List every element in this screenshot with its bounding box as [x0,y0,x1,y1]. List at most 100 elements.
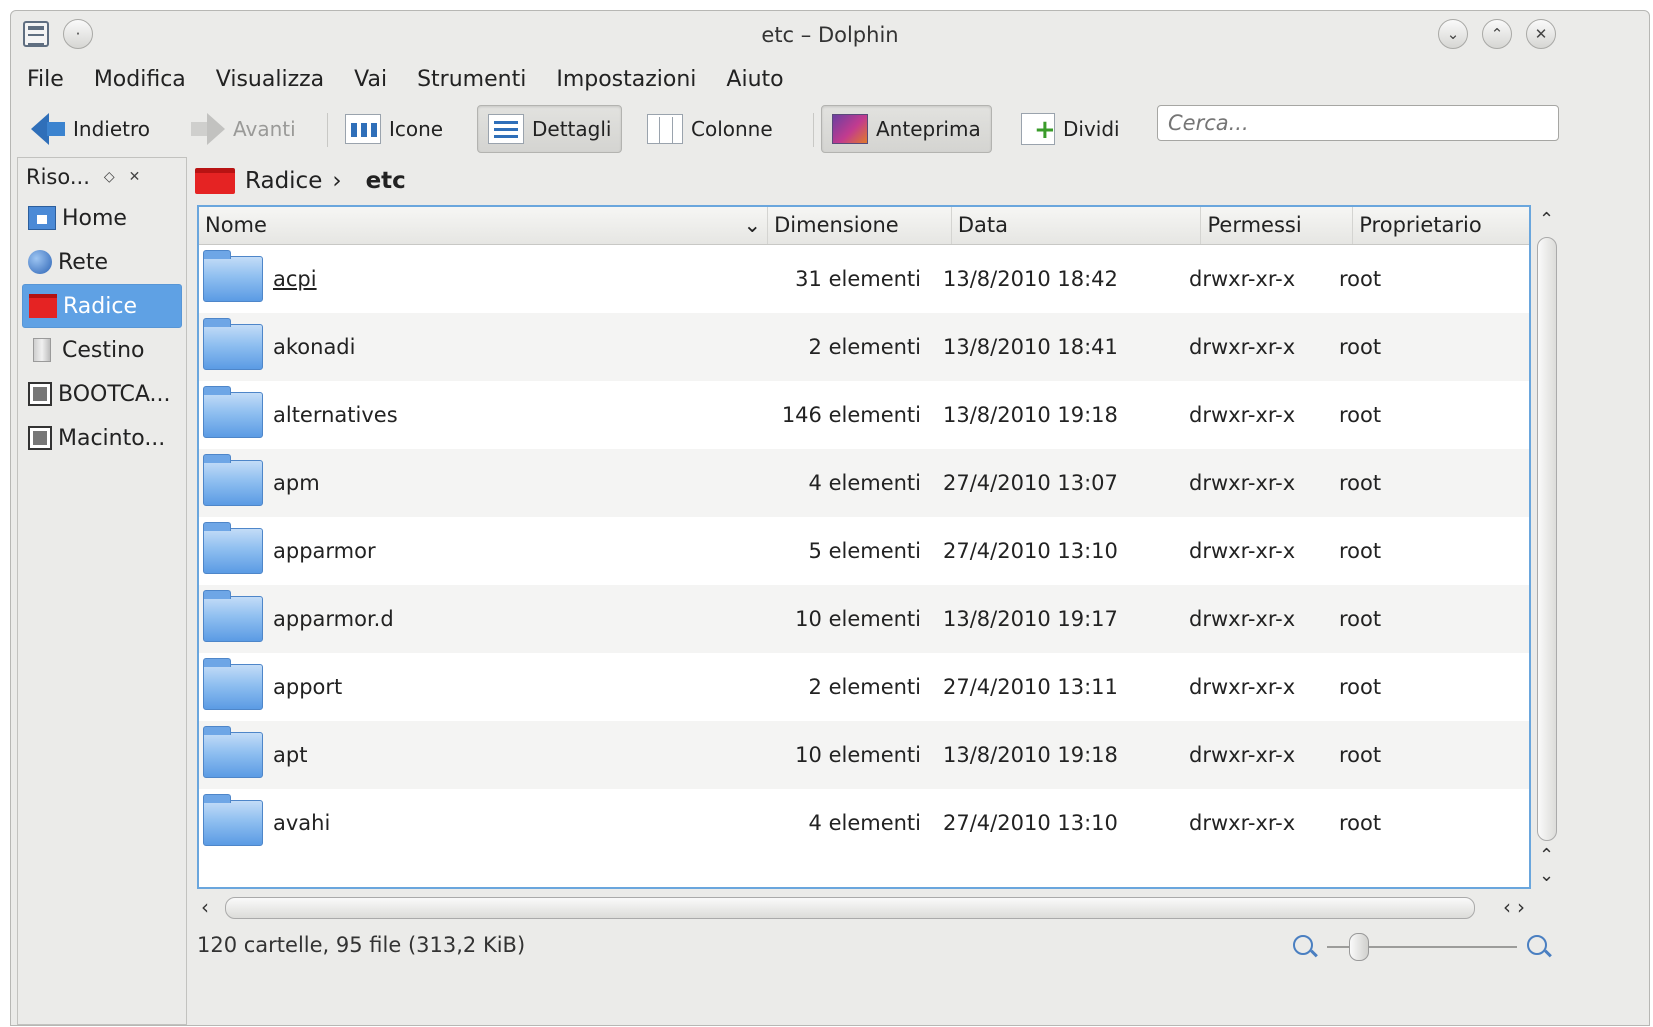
places-panel: Riso... ◇ ✕ Home Rete Radice Cestino BOO… [17,157,187,1025]
file-date: 13/8/2010 18:41 [943,335,1118,359]
table-row[interactable]: akonadi 2 elementi 13/8/2010 18:41 drwxr-xr… [199,313,1529,381]
table-row[interactable]: apparmor 5 elementi 27/4/2010 13:10 drwxr-x… [199,517,1529,585]
file-size: 5 elementi [808,539,921,563]
zoom-handle[interactable] [1349,933,1369,961]
split-icon [1021,113,1056,145]
scroll-down-icon[interactable]: ⌄ [1539,865,1554,886]
column-owner[interactable]: Proprietario [1353,207,1529,244]
file-date: 27/4/2010 13:10 [943,811,1118,835]
file-permissions: drwxr-xr-x [1189,675,1296,699]
file-name-cell: apparmor [199,522,699,574]
menu-vai[interactable]: Vai [354,61,401,97]
file-name: apt [273,743,308,767]
close-icon[interactable]: ✕ [1526,19,1556,49]
table-row[interactable]: acpi 31 elementi 13/8/2010 18:42 drwxr-xr-x… [199,245,1529,313]
menu-modifica[interactable]: Modifica [94,61,200,97]
file-name-cell: apm [199,454,699,506]
folder-icon [203,454,263,506]
file-size: 4 elementi [808,471,921,495]
status-text: 120 cartelle, 95 file (313,2 KiB) [197,933,526,957]
menu-strumenti[interactable]: Strumenti [417,61,540,97]
place-home[interactable]: Home [18,196,186,240]
file-size: 2 elementi [808,335,921,359]
file-date: 13/8/2010 19:18 [943,403,1118,427]
file-list[interactable]: Nome ⌄ Dimensione Data Permessi Propriet… [197,205,1531,889]
vertical-scroll-thumb[interactable] [1537,237,1557,841]
columns-view-button[interactable]: Colonne [637,105,783,153]
minimize-icon[interactable]: ⌄ [1438,19,1468,49]
scroll-up-icon[interactable]: ⌃ [1539,845,1554,866]
menu-aiuto[interactable]: Aiuto [726,61,797,97]
scroll-up-icon[interactable]: ⌃ [1539,209,1554,230]
place-bootcamp[interactable]: BOOTCA... [18,372,186,416]
file-name: apparmor.d [273,607,394,631]
dolphin-window: · etc – Dolphin ⌄ ⌃ ✕ File Modifica Visu… [10,10,1650,1026]
horizontal-scroll-thumb[interactable] [225,897,1475,919]
menu-file[interactable]: File [27,61,78,97]
file-permissions: drwxr-xr-x [1189,267,1296,291]
details-view-button[interactable]: Dettagli [477,105,623,153]
file-owner: root [1339,675,1382,699]
file-permissions: drwxr-xr-x [1189,743,1296,767]
file-permissions: drwxr-xr-x [1189,607,1296,631]
scroll-arrows-icon[interactable]: ‹› [1503,895,1531,919]
zoom-out-icon[interactable] [1293,935,1313,955]
table-row[interactable]: apm 4 elementi 27/4/2010 13:07 drwxr-xr-x ro… [199,449,1529,517]
file-permissions: drwxr-xr-x [1189,811,1296,835]
drive-icon [28,382,52,406]
place-network[interactable]: Rete [18,240,186,284]
column-name[interactable]: Nome ⌄ [199,207,769,244]
file-owner: root [1339,471,1382,495]
forward-label: Avanti [233,117,296,141]
icons-view-button[interactable]: Icone [335,105,453,153]
vertical-scrollbar[interactable]: ⌃ ⌃ ⌄ [1535,209,1559,889]
preview-button[interactable]: Anteprima [821,105,992,153]
table-row[interactable]: apport 2 elementi 27/4/2010 13:11 drwxr-xr-… [199,653,1529,721]
place-trash[interactable]: Cestino [18,328,186,372]
file-name-cell: avahi [199,794,699,846]
table-row[interactable]: alternatives 146 elementi 13/8/2010 19:18 d… [199,381,1529,449]
file-date: 27/4/2010 13:07 [943,471,1118,495]
breadcrumb: Radice › etc [195,161,406,201]
breadcrumb-current[interactable]: etc [366,168,406,194]
float-panel-icon[interactable]: ◇ [104,169,115,185]
file-owner: root [1339,335,1382,359]
file-owner: root [1339,743,1382,767]
title-bar[interactable]: · etc – Dolphin ⌄ ⌃ ✕ [11,11,1649,55]
maximize-icon[interactable]: ⌃ [1482,19,1512,49]
zoom-in-icon[interactable] [1527,935,1547,955]
table-row[interactable]: apparmor.d 10 elementi 13/8/2010 19:17 drwx… [199,585,1529,653]
column-header: Nome ⌄ Dimensione Data Permessi Propriet… [199,207,1529,245]
forward-button[interactable]: Avanti [181,105,306,153]
back-button[interactable]: Indietro [21,105,160,153]
column-date[interactable]: Data [952,207,1202,244]
breadcrumb-root[interactable]: Radice [245,168,322,194]
toolbar-separator [813,113,814,147]
place-macintosh[interactable]: Macinto... [18,416,186,460]
place-label: Macinto... [58,425,166,451]
close-panel-icon[interactable]: ✕ [129,169,141,185]
search-input[interactable] [1157,105,1559,141]
menu-impostazioni[interactable]: Impostazioni [556,61,710,97]
file-date: 27/4/2010 13:11 [943,675,1118,699]
folder-icon [203,318,263,370]
menu-visualizza[interactable]: Visualizza [216,61,338,97]
columns-view-label: Colonne [691,117,773,141]
column-size[interactable]: Dimensione [768,207,952,244]
file-date: 13/8/2010 19:17 [943,607,1118,631]
file-name: apm [273,471,320,495]
table-row[interactable]: avahi 4 elementi 27/4/2010 13:10 drwxr-xr-x… [199,789,1529,857]
back-arrow-icon [31,113,65,145]
column-permissions[interactable]: Permessi [1201,207,1354,244]
file-date: 13/8/2010 18:42 [943,267,1118,291]
trash-icon [33,338,51,362]
horizontal-scrollbar[interactable]: ‹ ‹› [197,895,1531,921]
split-button[interactable]: Dividi [1011,105,1130,153]
details-view-label: Dettagli [532,117,612,141]
zoom-slider[interactable] [1287,931,1557,963]
file-name: acpi [273,267,317,291]
scroll-left-icon[interactable]: ‹ [201,895,209,919]
place-root[interactable]: Radice [22,284,182,328]
breadcrumb-separator-icon[interactable]: › [332,168,341,194]
table-row[interactable]: apt 10 elementi 13/8/2010 19:18 drwxr-xr-x r… [199,721,1529,789]
